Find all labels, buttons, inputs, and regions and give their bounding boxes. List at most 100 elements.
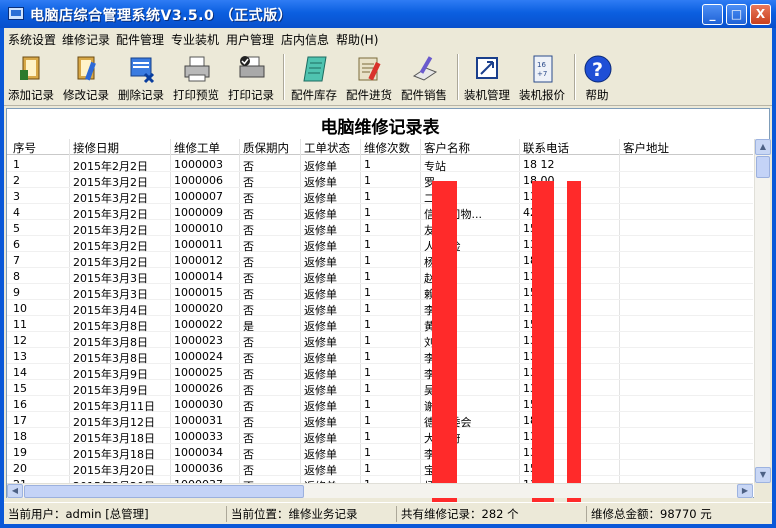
table-row[interactable]: 62015年3月2日1000011否返修单1人 保险13 29 [7, 236, 753, 253]
help-icon: ? [584, 55, 612, 83]
table-cell: 4 [13, 206, 20, 219]
parts-purchase-button[interactable]: 配件进货 [342, 50, 396, 104]
assembly-manage-button[interactable]: 装机管理 [460, 50, 514, 104]
svg-text:+7: +7 [537, 70, 547, 78]
table-row[interactable]: 202015年3月20日1000036否返修单1宝15 17 [7, 460, 753, 477]
column-header[interactable]: 客户地址 [623, 140, 669, 156]
column-header[interactable]: 联系电话 [523, 140, 569, 156]
maximize-button[interactable]: □ [726, 4, 747, 25]
add-record-button[interactable]: 添加记录 [4, 50, 58, 104]
table-cell: 1 [364, 414, 371, 427]
column-header[interactable]: 接修日期 [73, 140, 119, 156]
table-cell: 1000025 [174, 366, 223, 379]
print-record-label: 打印记录 [228, 88, 274, 102]
table-row[interactable]: 32015年3月2日1000007否返修单1二13 24 [7, 188, 753, 205]
horizontal-scrollbar[interactable]: ◀ ▶ [7, 483, 753, 498]
table-cell: 1 [364, 254, 371, 267]
table-row[interactable]: 172015年3月12日1000031否返修单1德 村委会18 67 [7, 412, 753, 429]
delete-record-icon [130, 57, 155, 84]
add-record-label: 添加记录 [8, 88, 54, 102]
delete-record-label: 删除记录 [118, 88, 164, 102]
vertical-scroll-thumb[interactable] [756, 156, 770, 178]
parts-stock-button[interactable]: 配件库存 [287, 50, 341, 104]
assembly-quote-label: 装机报价 [519, 88, 565, 102]
app-icon [8, 7, 24, 20]
scroll-right-button[interactable]: ▶ [737, 484, 753, 498]
table-row[interactable]: 162015年3月11日1000030否返修单1谢15 60 [7, 396, 753, 413]
table-cell: 1000010 [174, 222, 223, 235]
table-row[interactable]: 92015年3月3日1000015否返修单1赖15 66 [7, 284, 753, 301]
table-cell: 1 [364, 270, 371, 283]
table-cell: 1000007 [174, 190, 223, 203]
add-record-icon [20, 56, 40, 80]
table-cell: 16 [13, 398, 27, 411]
edit-record-button[interactable]: 修改记录 [59, 50, 113, 104]
column-header[interactable]: 序号 [13, 140, 36, 156]
column-header[interactable]: 工单状态 [304, 140, 350, 156]
table-row[interactable]: 212015年3月20日1000037否返修单1杨 县13 13 [7, 476, 753, 483]
table-row[interactable]: 182015年3月18日1000033否返修单1大 政府13 26 [7, 428, 753, 445]
table-cell: 1 [364, 398, 371, 411]
table-cell: 1000034 [174, 446, 223, 459]
scroll-down-button[interactable]: ▼ [755, 467, 771, 483]
table-row[interactable]: 72015年3月2日1000012否返修单1杨18 20 [7, 252, 753, 269]
column-header[interactable]: 质保期内 [243, 140, 289, 156]
table-row[interactable]: 82015年3月3日1000014否返修单1赵13 99 [7, 268, 753, 285]
column-header[interactable]: 维修次数 [364, 140, 410, 156]
table-cell: 1 [364, 222, 371, 235]
column-header[interactable]: 维修工单 [174, 140, 220, 156]
table-row[interactable]: 122015年3月8日1000023否返修单1刘13 85 [7, 332, 753, 349]
vertical-scrollbar[interactable]: ▲ ▼ [754, 139, 771, 483]
horizontal-scroll-thumb[interactable] [24, 485, 304, 498]
table-cell: 12 [13, 334, 27, 347]
table-row[interactable]: 192015年3月18日1000034否返修单1李13 58 [7, 444, 753, 461]
delete-record-button[interactable]: 删除记录 [114, 50, 168, 104]
menu-system-settings[interactable]: 系统设置 [8, 31, 56, 48]
print-preview-label: 打印预览 [173, 88, 219, 102]
help-button[interactable]: ? 帮助 [570, 50, 624, 104]
menu-user-management[interactable]: 用户管理 [226, 31, 274, 48]
scroll-up-button[interactable]: ▲ [755, 139, 771, 155]
table-row[interactable]: 102015年3月4日1000020否返修单1李13 06 [7, 300, 753, 317]
assembly-quote-button[interactable]: 16 +7 装机报价 [515, 50, 569, 104]
table-cell: 1000020 [174, 302, 223, 315]
print-record-button[interactable]: 打印记录 [224, 50, 278, 104]
table-cell: 2 [13, 174, 20, 187]
status-total-records: 共有维修记录：282 个 [396, 506, 586, 522]
table-cell: 6 [13, 238, 20, 251]
table-cell: 1 [364, 190, 371, 203]
menu-parts-management[interactable]: 配件管理 [116, 31, 164, 48]
column-header[interactable]: 客户名称 [424, 140, 470, 156]
table-row[interactable]: 132015年3月8日1000024否返修单1李13 47 [7, 348, 753, 365]
menu-repair-records[interactable]: 维修记录 [62, 31, 110, 48]
table-cell: 1 [364, 430, 371, 443]
table-row[interactable]: 1 2015年2月2日 1000003 否返修单 1 专站 18 12 [7, 156, 753, 173]
parts-purchase-icon [358, 57, 381, 81]
title-bar[interactable]: 电脑店综合管理系统V3.5.0 （正式版） _ □ X [0, 0, 776, 28]
window-title: 电脑店综合管理系统V3.5.0 （正式版） [30, 8, 293, 24]
table-cell: 7 [13, 254, 20, 267]
menu-help[interactable]: 帮助(H) [336, 31, 378, 48]
close-button[interactable]: X [750, 4, 771, 25]
table-cell: 1 [364, 174, 371, 187]
table-cell: 20 [13, 462, 27, 475]
table-row[interactable]: 152015年3月9日1000026否返修单1吴13 52 [7, 380, 753, 397]
table-row[interactable]: 142015年3月9日1000025否返修单1李13 50 [7, 364, 753, 381]
menu-store-info[interactable]: 店内信息 [281, 31, 329, 48]
grid-header: 序号 接修日期 维修工单 质保期内 工单状态 维修次数 客户名称 联系电话 客户… [7, 139, 753, 155]
parts-sales-button[interactable]: 配件销售 [397, 50, 451, 104]
table-cell: 13 [13, 350, 27, 363]
table-cell: 1000033 [174, 430, 223, 443]
grid-title: 电脑维修记录表 [320, 118, 440, 138]
print-preview-button[interactable]: 打印预览 [169, 50, 223, 104]
table-cell: 9 [13, 286, 20, 299]
table-cell: 17 [13, 414, 27, 427]
menu-assembly[interactable]: 专业装机 [171, 31, 219, 48]
table-row[interactable]: 52015年3月2日1000010否返修单1友15 18 [7, 220, 753, 237]
table-cell: 1 [364, 462, 371, 475]
table-row[interactable]: 112015年3月8日1000022是返修单1黄15 40 [7, 316, 753, 333]
table-row[interactable]: 22015年3月2日1000006否返修单1罗18 00 [7, 172, 753, 189]
minimize-button[interactable]: _ [702, 4, 723, 25]
table-row[interactable]: 42015年3月2日1000009否返修单1信 公司物...42 55 [7, 204, 753, 221]
scroll-left-button[interactable]: ◀ [7, 484, 23, 498]
